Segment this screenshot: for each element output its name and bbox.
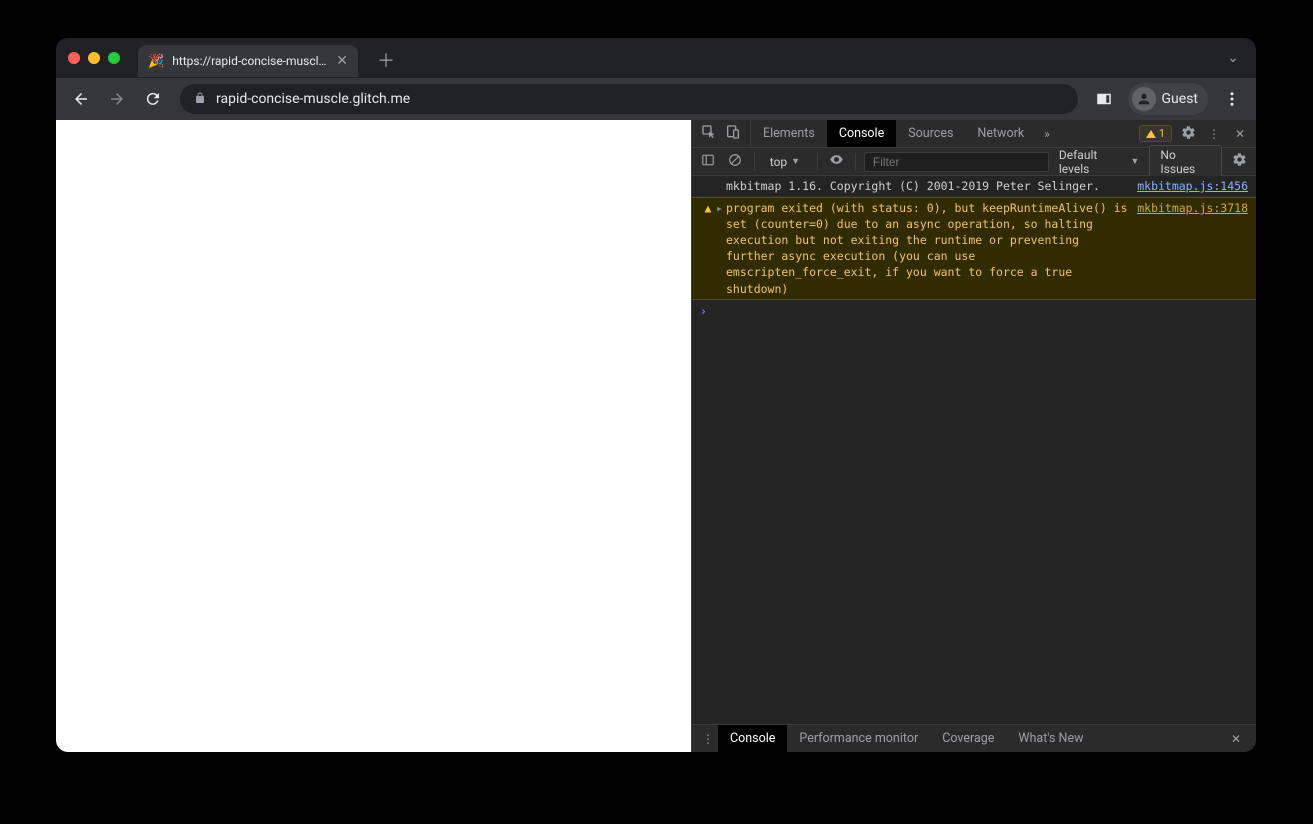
console-log-area[interactable]: mkbitmap 1.16. Copyright (C) 2001-2019 P…	[692, 176, 1256, 724]
inspect-element-icon[interactable]	[698, 124, 720, 143]
toolbar: rapid-concise-muscle.glitch.me Guest	[56, 78, 1256, 120]
live-expression-icon[interactable]	[826, 152, 847, 171]
devtools-close-icon[interactable]: ✕	[1230, 127, 1250, 141]
avatar-icon	[1132, 87, 1156, 111]
chevron-down-icon: ▼	[791, 156, 800, 167]
device-toolbar-icon[interactable]	[722, 124, 744, 143]
devtools-panel: Elements Console Sources Network » 1 ⋮ ✕	[691, 120, 1256, 752]
drawer-tab-performance-monitor[interactable]: Performance monitor	[787, 725, 930, 752]
log-source-link[interactable]: mkbitmap.js:3718	[1137, 200, 1248, 216]
browser-menu-button[interactable]	[1218, 85, 1246, 113]
devtools-tab-console[interactable]: Console	[827, 120, 896, 147]
console-prompt[interactable]: ›	[692, 300, 1256, 322]
warning-icon	[1146, 130, 1156, 138]
profile-label: Guest	[1162, 91, 1198, 107]
drawer-tab-whats-new[interactable]: What's New	[1006, 725, 1095, 752]
content-area: Elements Console Sources Network » 1 ⋮ ✕	[56, 120, 1256, 752]
tab-title: https://rapid-concise-muscle.g	[172, 54, 328, 68]
maximize-window-button[interactable]	[108, 52, 120, 64]
log-message: mkbitmap 1.16. Copyright (C) 2001-2019 P…	[726, 178, 1137, 194]
log-row-warn: ▲ ▸ program exited (with status: 0), but…	[692, 197, 1256, 300]
warning-count: 1	[1159, 127, 1165, 140]
close-window-button[interactable]	[68, 52, 80, 64]
warning-count-badge[interactable]: 1	[1139, 125, 1172, 142]
devtools-tabbar: Elements Console Sources Network » 1 ⋮ ✕	[692, 120, 1256, 148]
devtools-menu-icon[interactable]: ⋮	[1204, 127, 1224, 141]
devtools-tab-network[interactable]: Network	[965, 120, 1036, 147]
drawer-tab-coverage[interactable]: Coverage	[930, 725, 1006, 752]
devtools-tab-overflow[interactable]: »	[1036, 127, 1058, 141]
clear-console-icon[interactable]	[725, 153, 746, 171]
devtools-tab-elements[interactable]: Elements	[751, 120, 827, 147]
log-levels-selector[interactable]: Default levels ▼	[1055, 148, 1144, 176]
forward-button[interactable]	[102, 84, 132, 114]
tab-search-button[interactable]: ⌄	[1222, 50, 1244, 66]
devtools-settings-icon[interactable]	[1178, 125, 1198, 143]
url-text: rapid-concise-muscle.glitch.me	[216, 91, 1064, 107]
console-sidebar-toggle-icon[interactable]	[698, 153, 719, 171]
tab-favicon: 🎉	[148, 54, 164, 69]
minimize-window-button[interactable]	[88, 52, 100, 64]
context-label: top	[770, 155, 787, 169]
chevron-down-icon: ▼	[1131, 156, 1140, 167]
drawer-tab-console[interactable]: Console	[718, 725, 787, 752]
titlebar: 🎉 https://rapid-concise-muscle.g ✕ ＋ ⌄	[56, 38, 1256, 78]
browser-tab[interactable]: 🎉 https://rapid-concise-muscle.g ✕	[138, 45, 358, 77]
tab-close-icon[interactable]: ✕	[336, 53, 348, 69]
issues-button[interactable]: No Issues	[1149, 145, 1222, 179]
devtools-drawer: ⋮ Console Performance monitor Coverage W…	[692, 724, 1256, 752]
devtools-tab-sources[interactable]: Sources	[896, 120, 965, 147]
window-controls	[68, 52, 120, 64]
new-tab-button[interactable]: ＋	[372, 46, 400, 74]
log-message: program exited (with status: 0), but kee…	[726, 200, 1137, 297]
expand-icon[interactable]: ▸	[716, 200, 726, 216]
lock-icon	[194, 92, 206, 107]
side-panel-button[interactable]	[1090, 85, 1118, 113]
log-row-info: mkbitmap 1.16. Copyright (C) 2001-2019 P…	[692, 176, 1256, 197]
log-source-link[interactable]: mkbitmap.js:1456	[1137, 178, 1248, 194]
page-viewport[interactable]	[56, 120, 691, 752]
warning-icon: ▲	[700, 200, 716, 216]
console-filterbar: top ▼ Default levels ▼ No Issues	[692, 148, 1256, 176]
drawer-close-icon[interactable]: ✕	[1226, 732, 1246, 746]
console-filter-input[interactable]	[864, 152, 1049, 172]
drawer-menu-icon[interactable]: ⋮	[698, 732, 718, 746]
log-levels-label: Default levels	[1059, 148, 1127, 176]
reload-button[interactable]	[138, 84, 168, 114]
address-bar[interactable]: rapid-concise-muscle.glitch.me	[180, 84, 1078, 114]
context-selector[interactable]: top ▼	[763, 152, 809, 172]
console-settings-icon[interactable]	[1228, 152, 1250, 171]
profile-button[interactable]: Guest	[1128, 83, 1208, 115]
back-button[interactable]	[66, 84, 96, 114]
browser-window: 🎉 https://rapid-concise-muscle.g ✕ ＋ ⌄ r…	[56, 38, 1256, 752]
